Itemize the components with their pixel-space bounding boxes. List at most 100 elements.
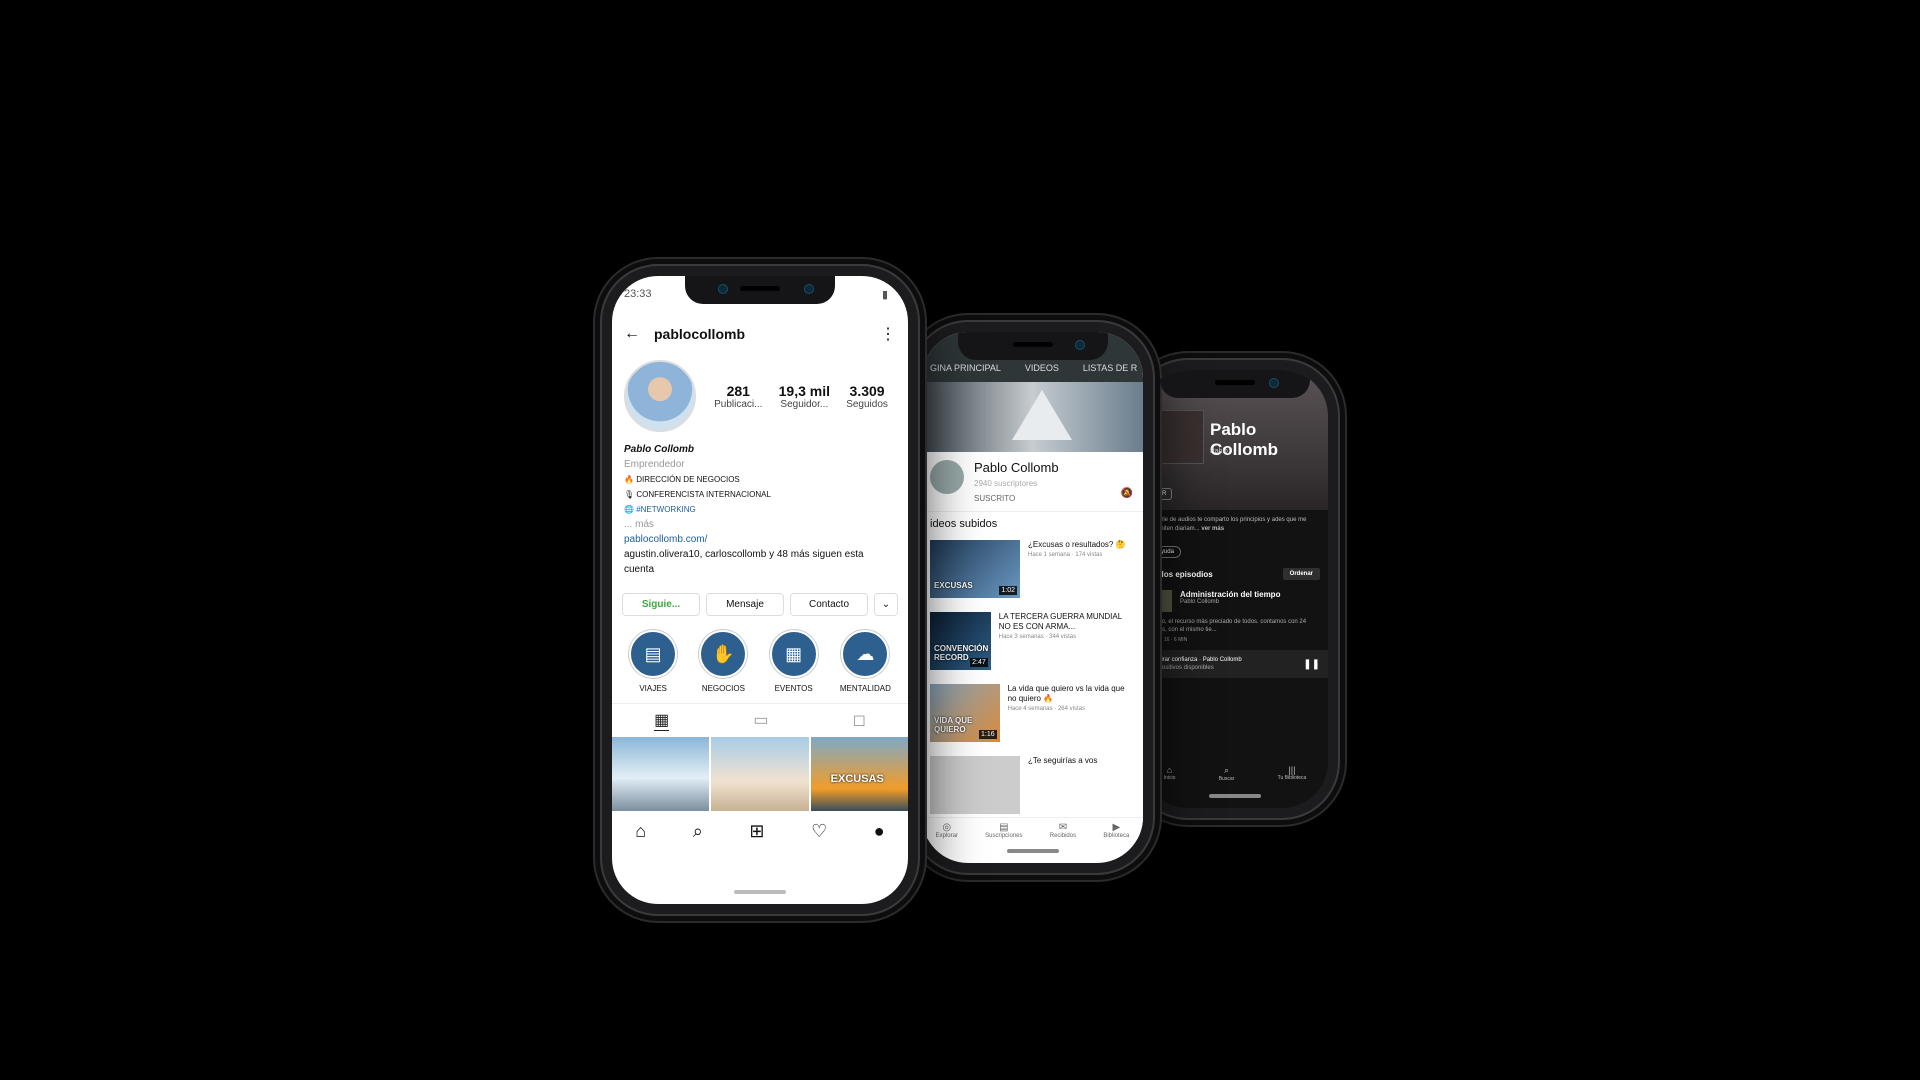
heart-icon[interactable]: ♡ xyxy=(811,821,827,842)
sort-button[interactable]: Ordenar xyxy=(1282,568,1320,580)
post-thumbnail[interactable] xyxy=(711,737,809,811)
tagged-icon[interactable]: ◻ xyxy=(853,710,866,731)
video-thumbnail: CONVENCIÓN RECORD 2:47 xyxy=(930,612,991,670)
add-post-icon[interactable]: ⊞ xyxy=(749,821,764,842)
video-item[interactable]: ¿Te seguirías a vos xyxy=(922,752,1143,824)
contact-button[interactable]: Contacto xyxy=(790,593,868,616)
highlight-negocios[interactable]: ✋ NEGOCIOS xyxy=(699,630,748,693)
highlight-eventos[interactable]: ▦ EVENTOS xyxy=(769,630,818,693)
devices-label[interactable]: Dispositivos disponibles xyxy=(1150,664,1242,672)
nav-home[interactable]: ⌂ Inicio xyxy=(1164,765,1176,782)
message-button[interactable]: Mensaje xyxy=(706,593,784,616)
post-thumbnail[interactable] xyxy=(612,737,710,811)
phone-youtube: GINA PRINCIPAL VIDEOS LISTAS DE R Pablo … xyxy=(910,320,1155,875)
igtv-icon[interactable]: ▭ xyxy=(753,710,768,731)
episode-item[interactable]: Administración del tiempo Pablo Collomb xyxy=(1142,584,1328,618)
more-options-icon[interactable]: ⋮ xyxy=(880,324,896,344)
nav-explore[interactable]: ◎ Explorar xyxy=(936,822,958,839)
video-item[interactable]: EXCUSAS 1:02 ¿Excusas o resultados? 🤔 Hace… xyxy=(922,536,1143,608)
back-arrow-icon[interactable]: ← xyxy=(624,325,640,343)
home-indicator xyxy=(1006,849,1059,853)
youtube-bottom-nav: ◎ Explorar ▤ Suscripciones ✉ Recibidos ▶ Bib… xyxy=(922,817,1143,839)
profile-summary: 281 Publicaci... 19,3 mil Seguidor... 3.30… xyxy=(612,356,908,436)
episode-meta: MAR. 16 · 6 MIN xyxy=(1150,637,1188,643)
spotify-bottom-nav: ⌂ Inicio ⌕ Buscar ||| Tu Biblioteca xyxy=(1142,765,1328,782)
brain-icon: ☁ xyxy=(841,630,890,678)
subscriptions-icon: ▤ xyxy=(999,822,1009,833)
nav-library[interactable]: ||| Tu Biblioteca xyxy=(1278,765,1307,782)
nav-library[interactable]: ▶ Biblioteca xyxy=(1103,822,1129,839)
youtube-screen: GINA PRINCIPAL VIDEOS LISTAS DE R Pablo … xyxy=(922,332,1143,863)
subscribed-button[interactable]: SUSCRITO xyxy=(974,494,1059,503)
bio-more-link[interactable]: ... más xyxy=(624,517,896,532)
profile-avatar-icon[interactable]: ● xyxy=(874,821,885,842)
search-icon[interactable]: ⌕ xyxy=(693,821,703,842)
tab-videos[interactable]: VIDEOS xyxy=(1025,363,1059,373)
nav-search[interactable]: ⌕ Buscar xyxy=(1219,765,1235,782)
stat-followers[interactable]: 19,3 mil Seguidor... xyxy=(779,383,830,410)
calendar-icon: ▦ xyxy=(769,630,818,678)
bio-hashtag[interactable]: 🌐 #NETWORKING xyxy=(624,502,896,517)
podcast-author: Pablo xyxy=(1210,448,1228,455)
channel-banner xyxy=(922,382,1143,452)
episodes-label: os los episodios xyxy=(1150,569,1213,579)
instagram-screen: 23:33 ▮ ← pablocollomb ⋮ 281 Publicaci...… xyxy=(612,276,908,904)
library-icon: ||| xyxy=(1288,765,1296,775)
chevron-down-icon[interactable]: ⌄ xyxy=(874,593,898,616)
video-meta: Hace 4 semanas · 264 vistas xyxy=(1007,706,1085,712)
avatar[interactable] xyxy=(624,360,696,432)
video-title: ¿Te seguirías a vos xyxy=(1028,756,1098,765)
profile-header: ← pablocollomb ⋮ xyxy=(612,312,908,356)
highlight-mentalidad[interactable]: ☁ MENTALIDAD xyxy=(840,630,891,693)
pause-icon[interactable]: ❚❚ xyxy=(1303,659,1320,670)
video-meta: Hace 3 semanas · 344 vistas xyxy=(998,634,1077,640)
profile-actions: Siguie... Mensaje Contacto ⌄ xyxy=(612,583,908,626)
section-title: ideos subidos xyxy=(922,511,1143,536)
stat-posts[interactable]: 281 Publicaci... xyxy=(714,383,762,410)
stat-following[interactable]: 3.309 Seguidos xyxy=(846,383,888,410)
see-more-link[interactable]: ver más xyxy=(1201,526,1224,532)
passport-icon: ▤ xyxy=(629,630,678,678)
grid-icon[interactable]: ▦ xyxy=(654,710,670,731)
inbox-icon: ✉ xyxy=(1058,822,1068,833)
profile-stats: 281 Publicaci... 19,3 mil Seguidor... 3.30… xyxy=(706,383,896,410)
episodes-header: os los episodios Ordenar xyxy=(1142,560,1328,584)
channel-info: Pablo Collomb 2940 suscriptores SUSCRITO… xyxy=(922,452,1143,511)
home-indicator xyxy=(734,890,786,894)
video-thumbnail xyxy=(930,756,1020,814)
podcast-description: a serie de audios te comparto los princi… xyxy=(1150,517,1307,532)
nav-subscriptions[interactable]: ▤ Suscripciones xyxy=(985,822,1022,839)
nav-inbox[interactable]: ✉ Recibidos xyxy=(1050,822,1076,839)
video-thumbnail: VIDA QUE QUIERO 1:16 xyxy=(930,684,1000,742)
website-link[interactable]: pablocollomb.com/ xyxy=(624,532,896,547)
video-item[interactable]: CONVENCIÓN RECORD 2:47 LA TERCERA GUERRA … xyxy=(922,608,1143,680)
episode-description: empo, el recurso más preciado de todos. … xyxy=(1150,619,1307,633)
video-item[interactable]: VIDA QUE QUIERO 1:16 La vida que quiero v… xyxy=(922,680,1143,752)
tab-home[interactable]: GINA PRINCIPAL xyxy=(930,363,1001,373)
phone-instagram: 23:33 ▮ ← pablocollomb ⋮ 281 Publicaci...… xyxy=(600,264,920,916)
following-button[interactable]: Siguie... xyxy=(622,593,700,616)
video-title: ¿Excusas o resultados? 🤔 xyxy=(1028,540,1126,549)
video-meta: Hace 1 semana · 174 vistas xyxy=(1028,552,1103,558)
profile-name: Pablo Collomb xyxy=(624,444,694,455)
compass-icon: ◎ xyxy=(942,822,952,833)
tab-playlists[interactable]: LISTAS DE R xyxy=(1083,363,1137,373)
video-title: LA TERCERA GUERRA MUNDIAL NO ES CON ARMA… xyxy=(998,612,1122,631)
post-thumbnail[interactable]: EXCUSAS xyxy=(810,737,908,811)
post-grid: EXCUSAS xyxy=(612,737,908,811)
spotify-screen: Pablo Collomb Pablo UIR a serie de audio… xyxy=(1142,370,1328,808)
episode-author: Pablo Collomb xyxy=(1180,599,1220,605)
phone-notch xyxy=(685,276,835,304)
now-playing-title: Inspirar confianza · Pablo Collomb xyxy=(1150,657,1242,663)
highlight-viajes[interactable]: ▤ VIAJES xyxy=(629,630,678,693)
avatar[interactable] xyxy=(930,460,964,494)
podcast-cover xyxy=(1150,410,1204,464)
now-playing-bar[interactable]: Inspirar confianza · Pablo Collomb Dispo… xyxy=(1142,650,1328,678)
home-icon[interactable]: ⌂ xyxy=(635,821,646,842)
battery-icon: ▮ xyxy=(881,289,888,301)
phone-spotify: Pablo Collomb Pablo UIR a serie de audio… xyxy=(1130,358,1340,820)
bell-off-icon[interactable]: 🔕 xyxy=(1121,488,1133,499)
profile-username: pablocollomb xyxy=(654,326,745,342)
followed-by-text[interactable]: agustin.olivera10, carloscollomb y 48 má… xyxy=(624,547,896,577)
phone-notch xyxy=(957,332,1108,360)
